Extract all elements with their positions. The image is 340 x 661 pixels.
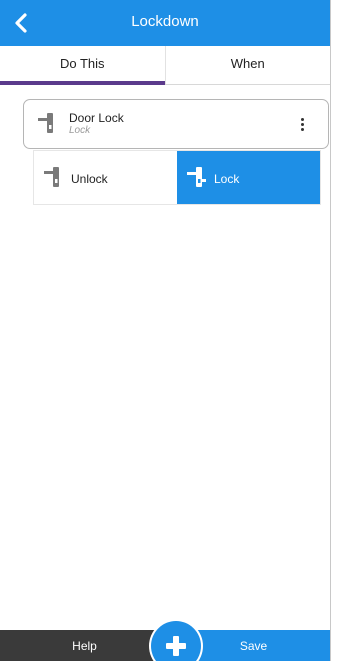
unlock-label: Unlock [71,172,108,186]
device-card[interactable]: Door Lock Lock [23,99,329,149]
unlock-option[interactable]: Unlock [34,151,177,204]
door-lock-icon [38,113,53,133]
page-title: Lockdown [131,13,199,30]
plus-icon [166,636,186,656]
lock-option[interactable]: Lock [177,151,320,204]
tab-bar: Do This When [0,46,330,85]
lock-label: Lock [214,172,240,186]
device-state: Lock [69,125,91,136]
tab-when[interactable]: When [164,46,331,84]
action-options: Unlock Lock [33,150,321,205]
help-label: Help [72,638,97,653]
save-label: Save [239,638,268,653]
tab-do-this[interactable]: Do This [0,46,165,85]
app-screen: Lockdown Do This When Door Lock Lock Unl… [0,0,331,661]
more-vertical-icon[interactable] [298,114,306,134]
door-lock-icon [187,167,206,187]
device-name: Door Lock [69,111,124,125]
add-button[interactable] [151,621,201,661]
door-lock-icon [44,167,59,187]
app-header: Lockdown [0,0,330,46]
